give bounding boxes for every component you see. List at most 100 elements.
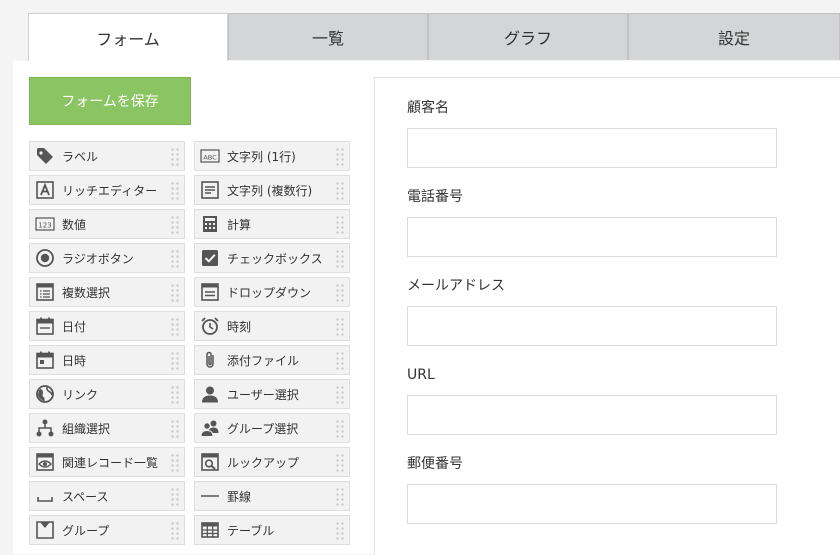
palette-item-label: ドロップダウン xyxy=(227,285,312,300)
form-canvas[interactable]: 顧客名電話番号メールアドレス URL 郵便番号 xyxy=(374,77,840,555)
drag-handle-icon[interactable] xyxy=(335,317,345,337)
palette-item-label: ラベル xyxy=(62,149,99,164)
form-field-label: メールアドレス xyxy=(407,278,505,294)
checkbox-icon xyxy=(199,247,221,269)
tab-form[interactable]: フォーム xyxy=(28,13,228,62)
rich-editor-icon xyxy=(34,179,56,201)
palette-item-label: 関連レコード一覧 xyxy=(62,455,159,470)
form-editor-panel: フォームを保存 ラベル ABC 文字列 (1行) リッチエディター 文字列 (複数行) 1… xyxy=(13,61,840,555)
drag-handle-icon[interactable] xyxy=(170,317,180,337)
palette-item[interactable]: 文字列 (複数行) xyxy=(194,175,350,205)
tab-settings[interactable]: 設定 xyxy=(628,13,840,60)
table-icon xyxy=(199,519,221,541)
drag-handle-icon[interactable] xyxy=(170,419,180,439)
drag-handle-icon[interactable] xyxy=(170,351,180,371)
palette-item-label: リッチエディター xyxy=(62,183,158,198)
drag-handle-icon[interactable] xyxy=(335,283,345,303)
drag-handle-icon[interactable] xyxy=(170,453,180,473)
palette-item-label: 罫線 xyxy=(227,489,252,504)
form-field[interactable]: 顧客名 xyxy=(407,98,777,168)
form-field-input[interactable] xyxy=(407,306,777,346)
palette-item-label: ユーザー選択 xyxy=(227,387,299,402)
palette-item[interactable]: 罫線 xyxy=(194,481,350,511)
drag-handle-icon[interactable] xyxy=(335,249,345,269)
drag-handle-icon[interactable] xyxy=(335,419,345,439)
space-icon xyxy=(34,485,56,507)
drag-handle-icon[interactable] xyxy=(335,181,345,201)
drag-handle-icon[interactable] xyxy=(170,249,180,269)
form-field[interactable]: URL xyxy=(407,365,777,435)
palette-item[interactable]: グループ選択 xyxy=(194,413,350,443)
form-field[interactable]: 郵便番号 xyxy=(407,454,777,524)
palette-item-label: グループ選択 xyxy=(227,421,299,436)
palette-item[interactable]: ABC 文字列 (1行) xyxy=(194,141,350,171)
globe-icon xyxy=(34,383,56,405)
palette-item-label: ラジオボタン xyxy=(62,251,134,266)
drag-handle-icon[interactable] xyxy=(335,453,345,473)
palette-item[interactable]: ラジオボタン xyxy=(29,243,185,273)
form-field-input[interactable] xyxy=(407,217,777,257)
palette-item[interactable]: テーブル xyxy=(194,515,350,545)
number-123-icon: 123 xyxy=(34,213,56,235)
tab-list[interactable]: 一覧 xyxy=(228,13,428,60)
drag-handle-icon[interactable] xyxy=(170,521,180,541)
palette-item[interactable]: 時刻 xyxy=(194,311,350,341)
form-field-input[interactable] xyxy=(407,128,777,168)
palette-item[interactable]: 計算 xyxy=(194,209,350,239)
drag-handle-icon[interactable] xyxy=(335,521,345,541)
drag-handle-icon[interactable] xyxy=(170,385,180,405)
palette-item[interactable]: 関連レコード一覧 xyxy=(29,447,185,477)
palette-item-label: テーブル xyxy=(227,523,275,538)
drag-handle-icon[interactable] xyxy=(170,147,180,167)
palette-item-label: 添付ファイル xyxy=(227,353,300,368)
palette-item[interactable]: リンク xyxy=(29,379,185,409)
user-icon xyxy=(199,383,221,405)
palette-item[interactable]: スペース xyxy=(29,481,185,511)
palette-item[interactable]: 組織選択 xyxy=(29,413,185,443)
palette-item[interactable]: 複数選択 xyxy=(29,277,185,307)
drag-handle-icon[interactable] xyxy=(335,147,345,167)
palette-item[interactable]: ドロップダウン xyxy=(194,277,350,307)
palette-item[interactable]: リッチエディター xyxy=(29,175,185,205)
drag-handle-icon[interactable] xyxy=(335,215,345,235)
palette-item-label: 時刻 xyxy=(227,319,252,334)
palette-item[interactable]: ラベル xyxy=(29,141,185,171)
tab-graph[interactable]: グラフ xyxy=(428,13,628,60)
save-form-button[interactable]: フォームを保存 xyxy=(29,77,191,125)
lookup-magnifier-icon xyxy=(199,451,221,473)
palette-item[interactable]: 日付 xyxy=(29,311,185,341)
drag-handle-icon[interactable] xyxy=(335,385,345,405)
calendar-datetime-icon xyxy=(34,349,56,371)
palette-item-label: チェックボックス xyxy=(227,251,323,266)
palette-item-label: 複数選択 xyxy=(62,285,111,300)
form-field[interactable]: 電話番号 xyxy=(407,187,777,257)
form-field-label: URL xyxy=(407,367,435,383)
tag-icon xyxy=(34,145,56,167)
palette-item[interactable]: グループ xyxy=(29,515,185,545)
palette-item-label: グループ xyxy=(62,523,110,538)
tab-graph-label: グラフ xyxy=(503,29,552,48)
palette-item[interactable]: 添付ファイル xyxy=(194,345,350,375)
palette-item[interactable]: 日時 xyxy=(29,345,185,375)
palette-item[interactable]: 123 数値 xyxy=(29,209,185,239)
tab-bar: フォーム 一覧 グラフ 設定 xyxy=(28,13,840,62)
palette-item-label: ルックアップ xyxy=(227,455,300,470)
drag-handle-icon[interactable] xyxy=(335,487,345,507)
palette-item-label: スペース xyxy=(62,489,109,504)
form-field-input[interactable] xyxy=(407,484,777,524)
drag-handle-icon[interactable] xyxy=(335,351,345,371)
horizontal-rule-icon xyxy=(199,485,221,507)
palette-item-label: 計算 xyxy=(227,217,252,232)
form-field[interactable]: メールアドレス xyxy=(407,276,777,346)
drag-handle-icon[interactable] xyxy=(170,283,180,303)
drag-handle-icon[interactable] xyxy=(170,181,180,201)
svg-text:ABC: ABC xyxy=(203,153,217,161)
drag-handle-icon[interactable] xyxy=(170,487,180,507)
form-field-label: 顧客名 xyxy=(407,100,449,116)
svg-text:123: 123 xyxy=(38,221,51,229)
palette-item[interactable]: チェックボックス xyxy=(194,243,350,273)
palette-item[interactable]: ユーザー選択 xyxy=(194,379,350,409)
form-field-input[interactable] xyxy=(407,395,777,435)
drag-handle-icon[interactable] xyxy=(170,215,180,235)
palette-item[interactable]: ルックアップ xyxy=(194,447,350,477)
